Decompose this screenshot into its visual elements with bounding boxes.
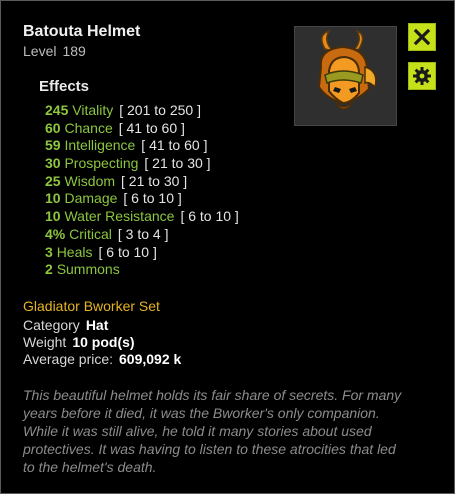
effect-row: 2 Summons [45,261,239,279]
effects-list: 245 Vitality [ 201 to 250 ] 60 Chance [ 41… [45,102,239,279]
effect-stat: Intelligence [64,137,136,154]
effect-amount: 30 [45,155,61,172]
effect-row: 60 Chance [ 41 to 60 ] [45,120,239,138]
item-name: Batouta Helmet [23,23,141,40]
settings-button[interactable] [408,62,436,90]
effect-stat: Critical [69,225,112,242]
effect-stat: Prospecting [64,155,139,172]
effect-range: [ 6 to 10 ] [180,208,239,225]
effect-range: [ 41 to 60 ] [141,137,208,154]
effect-amount: 2 [45,261,53,278]
effect-row: 30 Prospecting [ 21 to 30 ] [45,155,239,173]
item-price: Average price: 609,092 k [23,351,181,367]
price-label: Average price: [23,351,114,367]
effect-row: 3 Heals [ 6 to 10 ] [45,244,239,262]
effect-amount: 60 [45,119,61,136]
effect-row: 10 Water Resistance [ 6 to 10 ] [45,208,239,226]
effect-range: [ 41 to 60 ] [118,119,185,136]
effect-amount: 10 [45,208,61,225]
effect-row: 10 Damage [ 6 to 10 ] [45,190,239,208]
effect-stat: Summons [56,261,120,278]
category-label: Category [23,317,80,333]
effect-stat: Chance [64,119,113,136]
effect-row: 4% Critical [ 3 to 4 ] [45,226,239,244]
weight-label: Weight [23,334,67,350]
effect-stat: Damage [64,190,118,207]
category-value: Hat [85,317,109,333]
effect-amount: 245 [45,102,69,118]
effect-row: 59 Intelligence [ 41 to 60 ] [45,137,239,155]
close-icon [413,28,431,46]
item-image [294,26,397,126]
weight-value: 10 pod(s) [72,334,135,350]
item-set-link[interactable]: Gladiator Bworker Set [23,298,160,314]
effect-stat: Water Resistance [64,208,175,225]
effect-range: [ 6 to 10 ] [123,190,182,207]
item-category: Category Hat [23,317,108,333]
close-button[interactable] [408,23,436,51]
effect-range: [ 3 to 4 ] [117,225,169,242]
effect-stat: Heals [56,243,93,260]
effects-heading: Effects [39,78,90,95]
item-description: This beautiful helmet holds its fair sha… [23,387,402,475]
effect-range: [ 21 to 30 ] [121,172,188,189]
effect-amount: 10 [45,190,61,207]
effect-stat: Vitality [72,102,114,118]
effect-row: 245 Vitality [ 201 to 250 ] [45,102,239,120]
item-tooltip-panel: Batouta Helmet Level 189 Effects 245 Vit… [0,0,455,494]
effect-range: [ 6 to 10 ] [98,243,157,260]
effect-stat: Wisdom [64,172,116,189]
price-value: 609,092 k [119,351,182,367]
helmet-icon [317,29,377,110]
effect-amount: 25 [45,172,61,189]
item-level: Level 189 [23,43,86,59]
effect-row: 25 Wisdom [ 21 to 30 ] [45,173,239,191]
gear-icon [413,67,431,85]
level-value: 189 [62,43,86,59]
effect-range: [ 21 to 30 ] [144,155,211,172]
effect-amount: 4% [45,225,66,242]
item-weight: Weight 10 pod(s) [23,334,135,350]
effect-amount: 59 [45,137,61,154]
effect-range: [ 201 to 250 ] [119,102,201,118]
effect-amount: 3 [45,243,53,260]
level-label: Level [23,43,57,59]
